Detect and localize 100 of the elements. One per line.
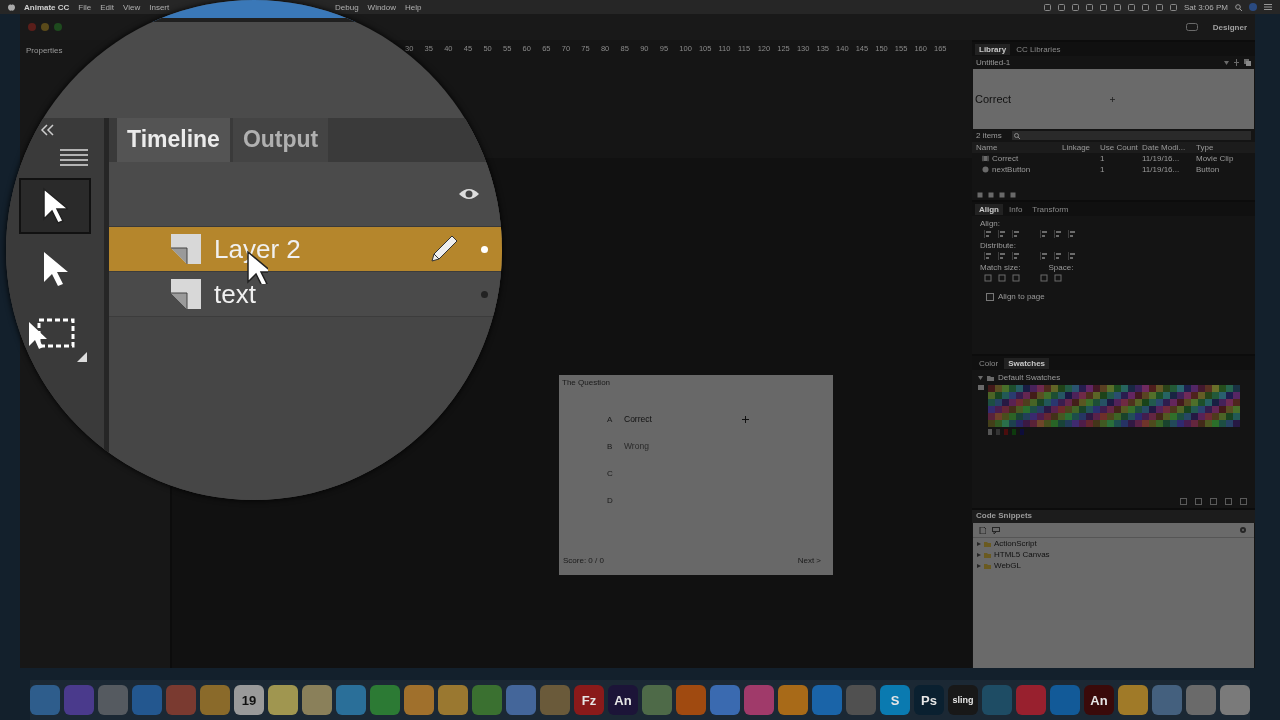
panel-tab[interactable]: Swatches xyxy=(1004,357,1050,369)
search-field[interactable] xyxy=(1011,131,1251,140)
align-icon[interactable] xyxy=(1012,230,1020,238)
distribute-icon[interactable] xyxy=(984,252,992,260)
dock-app-icon[interactable] xyxy=(506,685,536,715)
new-library-icon[interactable] xyxy=(1244,59,1251,66)
layer-row[interactable]: text xyxy=(109,272,502,317)
dock-app-icon[interactable]: Fz xyxy=(574,685,604,715)
dock-app-icon[interactable] xyxy=(710,685,740,715)
dock-app-icon[interactable] xyxy=(200,685,230,715)
pin-icon[interactable] xyxy=(1233,59,1240,66)
app-menu[interactable]: Animate CC xyxy=(24,2,70,12)
settings-icon[interactable] xyxy=(1239,526,1248,534)
dock-app-icon[interactable]: 19 xyxy=(234,685,264,715)
document-dropdown[interactable]: Untitled-1 xyxy=(976,58,1220,67)
dock-app-icon[interactable] xyxy=(268,685,298,715)
dock-app-icon[interactable] xyxy=(404,685,434,715)
panel-tab[interactable]: Timeline xyxy=(117,118,230,162)
snippet-folder[interactable]: HTML5 Canvas xyxy=(994,550,1050,559)
sync-icon[interactable] xyxy=(1185,23,1198,31)
menu-item[interactable]: Window xyxy=(367,2,397,12)
speech-bubble-icon[interactable] xyxy=(992,526,1000,534)
dock-app-icon[interactable] xyxy=(472,685,502,715)
dock-app-icon[interactable]: S xyxy=(880,685,910,715)
distribute-icon[interactable] xyxy=(1040,252,1048,260)
clock[interactable]: Sat 3:06 PM xyxy=(1183,2,1228,12)
align-icon[interactable] xyxy=(1054,230,1062,238)
column-header[interactable]: Name xyxy=(976,143,1062,152)
collapse-icon[interactable] xyxy=(40,124,54,136)
panel-tab[interactable]: Color xyxy=(975,357,1003,369)
panel-tab[interactable]: Library xyxy=(975,43,1011,55)
dock-app-icon[interactable] xyxy=(642,685,672,715)
menu-item[interactable]: Insert xyxy=(149,2,170,12)
dock-app-icon[interactable] xyxy=(1050,685,1080,715)
align-icon[interactable] xyxy=(1040,230,1048,238)
checkbox[interactable] xyxy=(986,292,994,301)
button-symbol-icon xyxy=(982,166,989,173)
dock-app-icon[interactable] xyxy=(1118,685,1148,715)
dock-app-icon[interactable] xyxy=(812,685,842,715)
panel-tab[interactable]: Align xyxy=(975,203,1003,215)
zoom-button[interactable] xyxy=(54,23,62,31)
snippet-folder[interactable]: ActionScript xyxy=(994,539,1037,548)
use-count: 1 xyxy=(1100,154,1106,163)
menu-item[interactable]: Debug xyxy=(335,2,359,12)
menu-item[interactable]: File xyxy=(78,2,92,12)
subselection-tool-icon[interactable] xyxy=(42,250,68,288)
distribute-icon[interactable] xyxy=(1068,252,1076,260)
search-icon[interactable] xyxy=(1235,3,1242,11)
dock-app-icon[interactable] xyxy=(438,685,468,715)
avatar-icon[interactable] xyxy=(1249,3,1257,11)
align-icon[interactable] xyxy=(998,230,1006,238)
dock-app-icon[interactable] xyxy=(1220,685,1250,715)
snippet-folder[interactable]: WebGL xyxy=(994,561,1021,570)
dock-app-icon[interactable] xyxy=(778,685,808,715)
dock-app-icon[interactable] xyxy=(1186,685,1216,715)
panel-tab[interactable]: Info xyxy=(1005,203,1027,215)
panel-tab[interactable]: Transform xyxy=(1028,203,1073,215)
menu-icon[interactable] xyxy=(1264,4,1272,10)
panel-tab[interactable]: Output xyxy=(232,118,329,162)
dock-app-icon[interactable] xyxy=(302,685,332,715)
distribute-icon[interactable] xyxy=(1054,252,1062,260)
dock-app-icon[interactable]: An xyxy=(1084,685,1114,715)
align-icon[interactable] xyxy=(984,230,992,238)
menu-item[interactable]: Edit xyxy=(100,2,115,12)
triangle-icon[interactable] xyxy=(977,541,981,546)
align-icon[interactable] xyxy=(1068,230,1076,238)
selection-tool[interactable] xyxy=(19,178,91,234)
dock-app-icon[interactable]: Ps xyxy=(914,685,944,715)
dock-app-icon[interactable] xyxy=(676,685,706,715)
distribute-icon[interactable] xyxy=(998,252,1006,260)
column-header[interactable]: Linkage xyxy=(1062,143,1100,152)
dock-app-icon[interactable]: sling xyxy=(948,685,978,715)
triangle-icon[interactable] xyxy=(977,552,981,557)
apple-icon[interactable] xyxy=(8,3,15,11)
minimize-button[interactable] xyxy=(41,23,49,31)
dock-app-icon[interactable] xyxy=(744,685,774,715)
column-header[interactable]: Type xyxy=(1196,143,1251,152)
swatch-grid-drawing[interactable] xyxy=(988,385,1240,435)
dock-app-icon[interactable]: An xyxy=(608,685,638,715)
document-icon[interactable] xyxy=(979,526,986,534)
date-modified: 11/19/16... xyxy=(1142,165,1181,174)
triangle-icon[interactable] xyxy=(977,563,981,568)
triangle-icon[interactable] xyxy=(978,375,983,380)
column-header[interactable]: Date Modi... xyxy=(1142,143,1196,152)
workspace-switcher[interactable]: Designer xyxy=(1212,22,1247,32)
dock-app-icon[interactable] xyxy=(370,685,400,715)
library-item-name[interactable]: nextButton xyxy=(992,165,1031,174)
swatch-view-icon[interactable] xyxy=(978,385,984,390)
menu-item[interactable]: View xyxy=(123,2,141,12)
dock-app-icon[interactable] xyxy=(98,685,128,715)
dock-app-icon[interactable] xyxy=(30,685,60,715)
library-item-name[interactable]: Correct xyxy=(992,154,1019,163)
dock-app-icon[interactable] xyxy=(1152,685,1182,715)
eye-icon[interactable] xyxy=(458,187,480,201)
dock-app-icon[interactable] xyxy=(336,685,366,715)
distribute-icon[interactable] xyxy=(1012,252,1020,260)
column-header[interactable]: Use Count xyxy=(1100,143,1142,152)
dock-app-icon[interactable] xyxy=(540,685,570,715)
menu-item[interactable]: Help xyxy=(405,2,422,12)
panel-tab[interactable]: CC Libraries xyxy=(1012,43,1065,55)
